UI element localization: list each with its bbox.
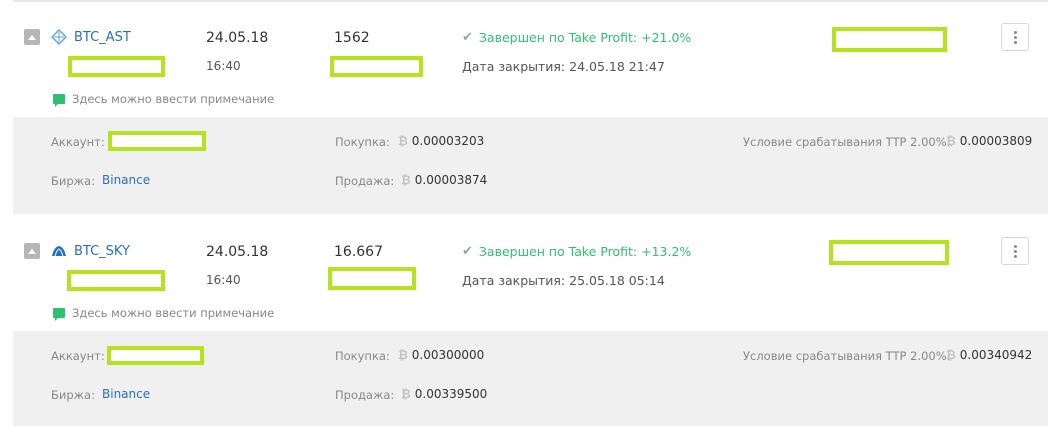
more-vertical-icon xyxy=(1013,30,1017,34)
redacted-block xyxy=(328,267,416,290)
bitcoin-icon: ₿ xyxy=(946,348,956,362)
collapse-button[interactable] xyxy=(24,29,40,45)
sell-label: Продажа: xyxy=(335,174,395,188)
pair-link[interactable]: BTC_SKY xyxy=(74,244,130,259)
status-label: Завершен по Take Profit: +21.0% xyxy=(478,30,692,45)
note-placeholder: Здесь можно ввести примечание xyxy=(72,92,275,106)
more-options-button[interactable] xyxy=(1001,237,1029,265)
redacted-block xyxy=(330,56,423,77)
more-vertical-icon xyxy=(1013,244,1017,248)
exchange-label: Биржа: xyxy=(51,388,95,402)
bitcoin-icon: ₿ xyxy=(398,134,408,148)
pair-link[interactable]: BTC_AST xyxy=(74,30,131,45)
ttp-condition-value: ₿ 0.00003809 xyxy=(946,134,1033,148)
collapse-button[interactable] xyxy=(24,243,40,259)
note-placeholder: Здесь можно ввести примечание xyxy=(72,306,275,320)
status-text: ✔ Завершен по Take Profit: +21.0% xyxy=(462,30,691,45)
ttp-condition-label: Условие срабатывания TTP 2.00%: xyxy=(743,349,951,363)
exchange-link[interactable]: Binance xyxy=(102,387,150,401)
note-field[interactable]: Здесь можно ввести примечание xyxy=(53,306,275,321)
account-label: Аккаунт: xyxy=(51,349,105,363)
buy-price: ₿ 0.00003203 xyxy=(398,134,485,148)
sell-price: ₿ 0.00003874 xyxy=(401,173,488,187)
ttp-condition-label: Условие срабатывания TTP 2.00%: xyxy=(743,135,951,149)
redacted-block xyxy=(832,27,947,52)
redacted-block xyxy=(107,346,204,365)
close-date: Дата закрытия: 24.05.18 21:47 xyxy=(462,59,665,74)
divider xyxy=(13,0,1048,2)
redacted-block xyxy=(829,240,949,265)
collapse-icon xyxy=(28,248,36,254)
sell-label: Продажа: xyxy=(335,388,395,402)
comment-icon xyxy=(53,308,65,321)
status-text: ✔ Завершен по Take Profit: +13.2% xyxy=(462,244,691,259)
ast-coin-icon xyxy=(51,29,67,45)
comment-icon xyxy=(53,94,65,107)
ttp-condition-value: ₿ 0.00340942 xyxy=(946,348,1033,362)
bitcoin-icon: ₿ xyxy=(946,134,956,148)
buy-price: ₿ 0.00300000 xyxy=(398,348,485,362)
close-date: Дата закрытия: 25.05.18 05:14 xyxy=(462,273,665,288)
open-date: 24.05.18 xyxy=(206,30,269,46)
bitcoin-icon: ₿ xyxy=(401,173,411,187)
exchange-label: Биржа: xyxy=(51,174,95,188)
check-icon: ✔ xyxy=(462,244,473,259)
note-field[interactable]: Здесь можно ввести примечание xyxy=(53,92,275,107)
check-icon: ✔ xyxy=(462,30,473,45)
open-date: 24.05.18 xyxy=(206,244,269,260)
amount: 16.667 xyxy=(334,244,383,260)
open-time: 16:40 xyxy=(206,59,241,73)
open-time: 16:40 xyxy=(206,273,241,287)
sky-coin-icon xyxy=(52,246,66,257)
redacted-block xyxy=(68,56,165,77)
exchange-link[interactable]: Binance xyxy=(102,173,150,187)
buy-label: Покупка: xyxy=(335,135,390,149)
amount: 1562 xyxy=(334,30,370,46)
more-options-button[interactable] xyxy=(1001,23,1029,51)
status-label: Завершен по Take Profit: +13.2% xyxy=(478,244,692,259)
account-label: Аккаунт: xyxy=(51,135,105,149)
buy-label: Покупка: xyxy=(335,349,390,363)
redacted-block xyxy=(108,131,206,151)
collapse-icon xyxy=(28,34,36,40)
bitcoin-icon: ₿ xyxy=(401,387,411,401)
trade-history-list: BTC_AST 24.05.18 16:40 1562 ✔ Завершен п… xyxy=(0,0,1048,426)
trade-details: Аккаунт: Биржа: Binance Покупка: ₿ 0.0000… xyxy=(13,117,1048,214)
bitcoin-icon: ₿ xyxy=(398,348,408,362)
sell-price: ₿ 0.00339500 xyxy=(401,387,488,401)
redacted-block xyxy=(67,270,165,291)
trade-details: Аккаунт: Биржа: Binance Покупка: ₿ 0.0030… xyxy=(13,331,1048,426)
